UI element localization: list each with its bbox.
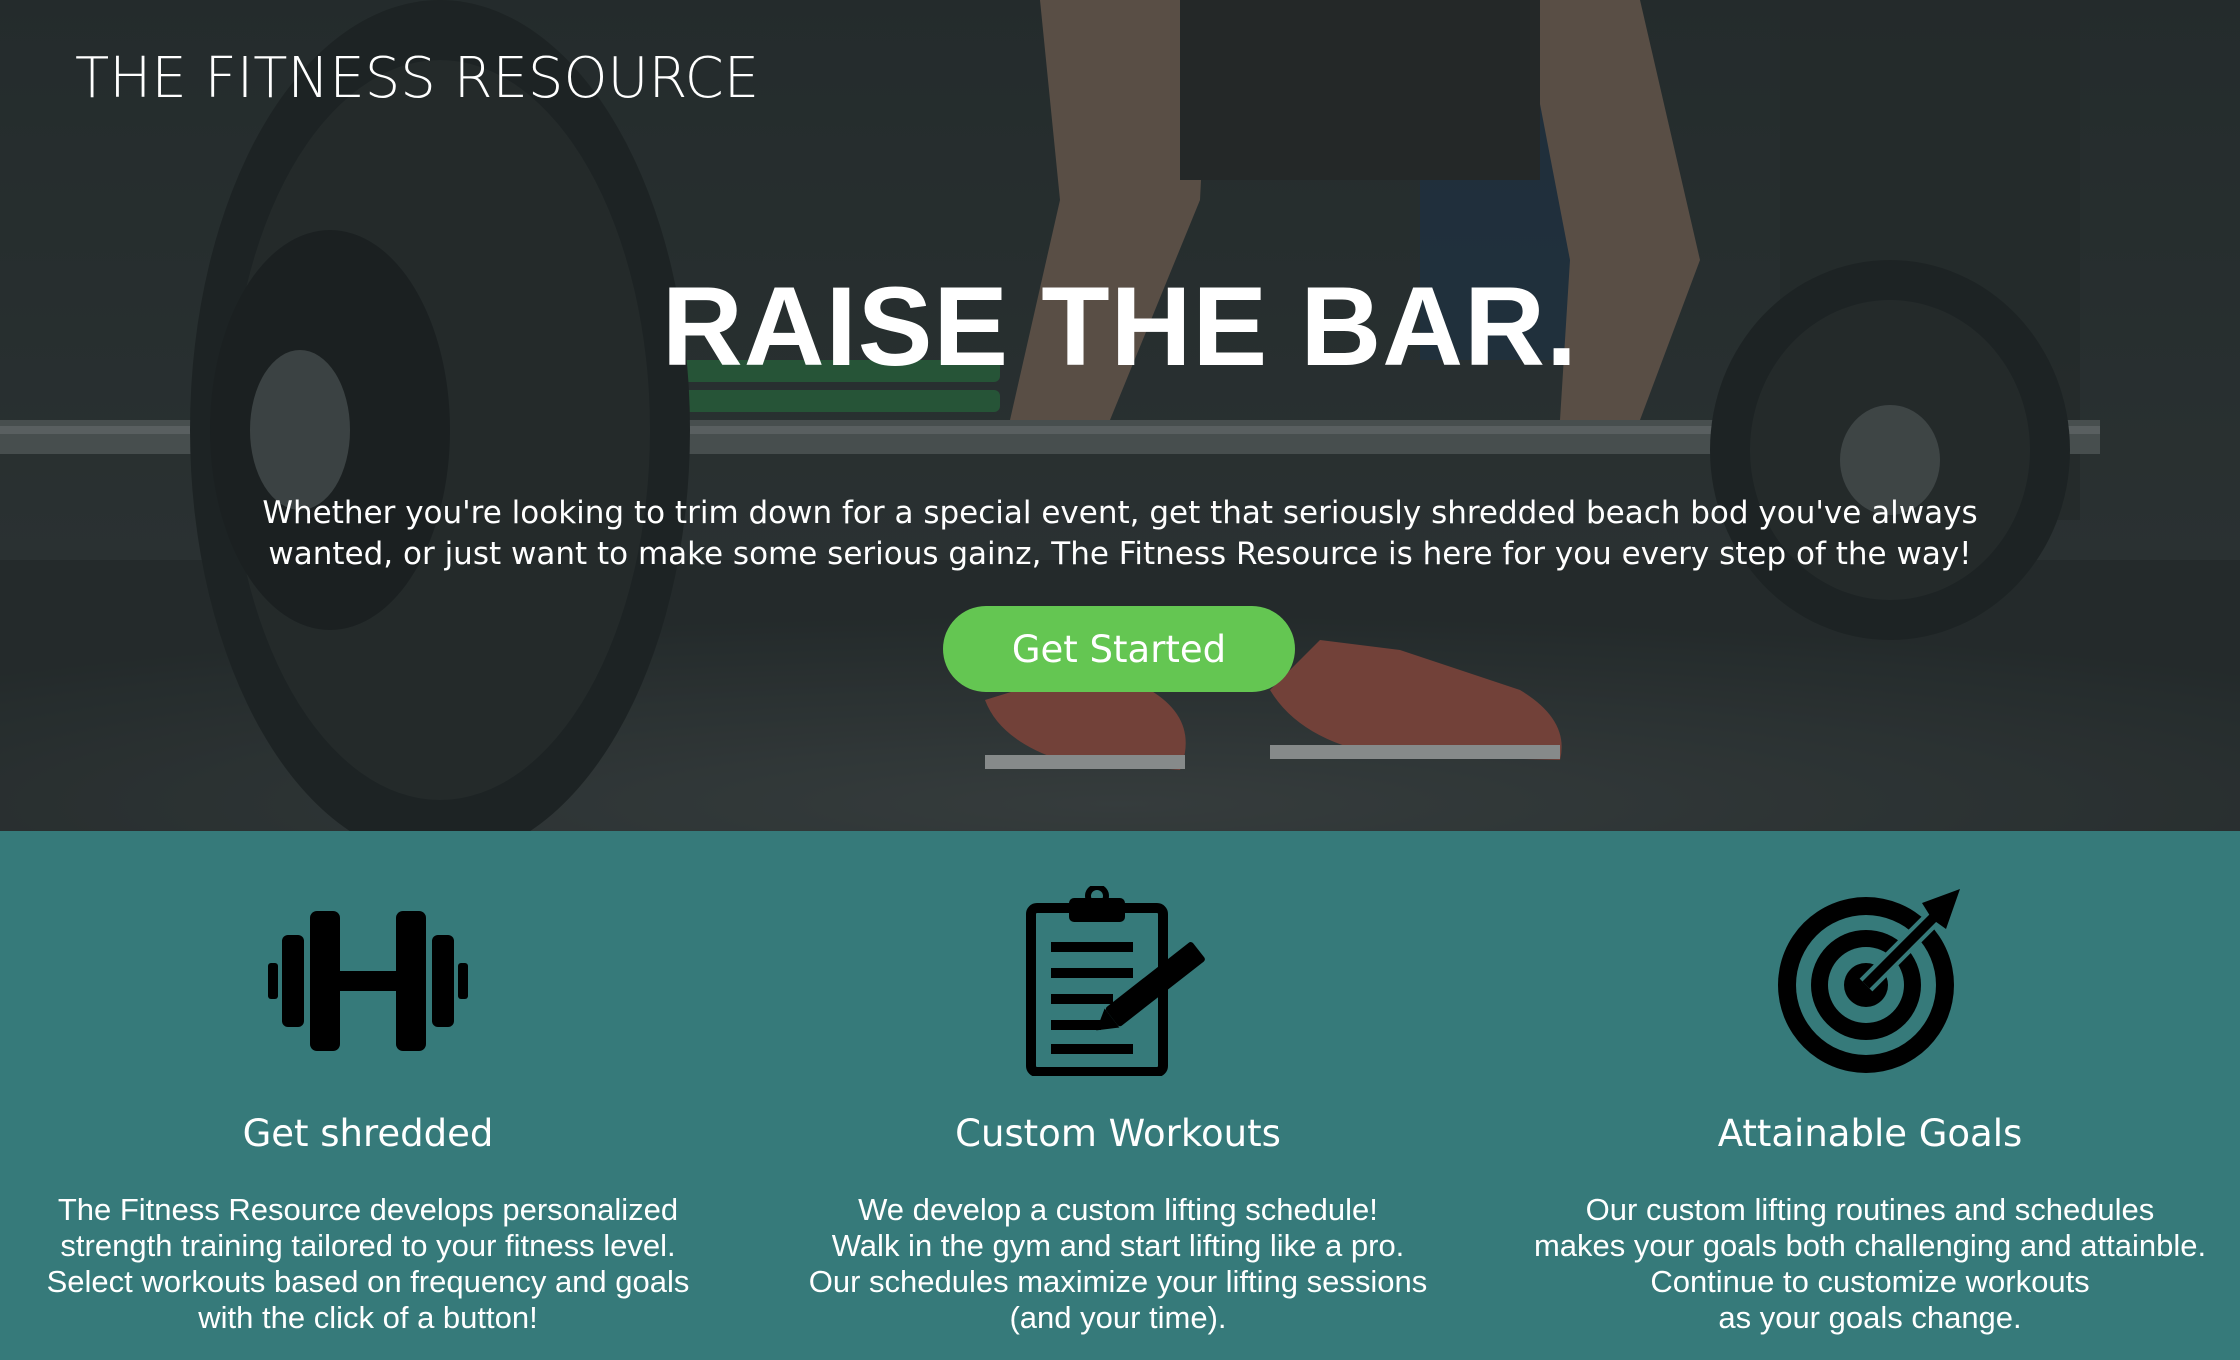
dumbbell-icon xyxy=(258,871,478,1091)
feature-title: Get shredded xyxy=(242,1112,494,1155)
feature-body: Our custom lifting routines and schedule… xyxy=(1533,1192,2207,1335)
hero-subtext: Whether you're looking to trim down for … xyxy=(262,495,1978,572)
brand-logo-text[interactable]: THE FITNESS RESOURCE xyxy=(75,46,759,111)
clipboard-pencil-icon xyxy=(1008,871,1228,1091)
hero-background-image xyxy=(0,0,2240,831)
feature-title: Attainable Goals xyxy=(1717,1112,2023,1155)
feature-body: The Fitness Resource develops personaliz… xyxy=(46,1192,690,1335)
hero-headline: RAISE THE BAR. xyxy=(661,264,1579,389)
feature-get-shredded: Get shredded The Fitness Resource develo… xyxy=(0,831,736,1360)
target-arrow-icon xyxy=(1760,871,1980,1091)
feature-custom-workouts: Custom Workouts We develop a custom lift… xyxy=(736,831,1500,1360)
feature-attainable-goals: Attainable Goals Our custom lifting rout… xyxy=(1500,831,2240,1360)
hero-section: THE FITNESS RESOURCE RAISE THE BAR. Whet… xyxy=(0,0,2240,831)
feature-body: We develop a custom lifting schedule! Wa… xyxy=(808,1192,1428,1335)
feature-title: Custom Workouts xyxy=(955,1112,1281,1155)
features-section: Get shredded The Fitness Resource develo… xyxy=(0,831,2240,1360)
get-started-button[interactable]: Get Started xyxy=(943,606,1295,692)
